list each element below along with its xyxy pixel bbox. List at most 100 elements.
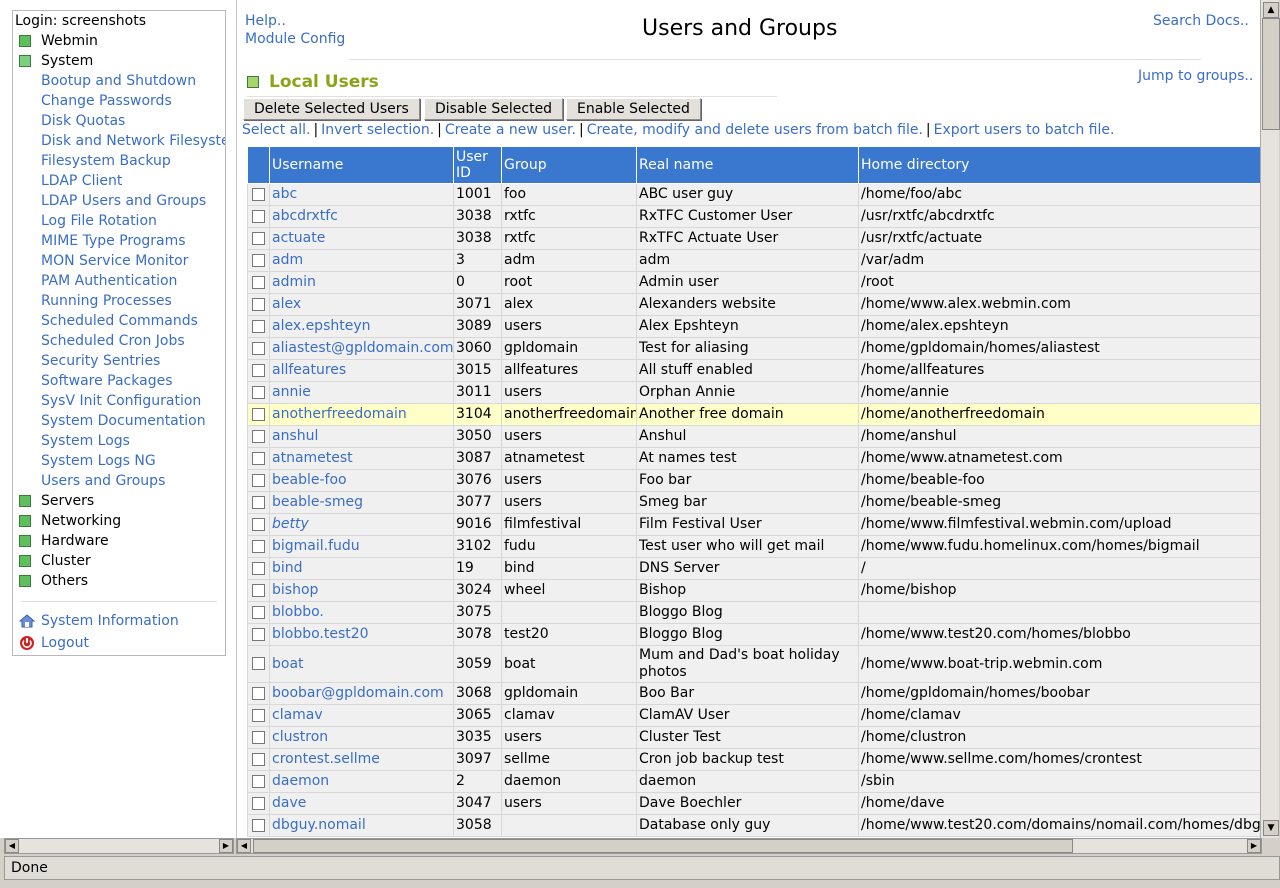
row-checkbox[interactable] xyxy=(252,275,265,289)
module-link[interactable]: Disk and Network Filesystems xyxy=(41,133,225,149)
row-checkbox[interactable] xyxy=(252,539,265,553)
category-system[interactable]: System xyxy=(19,53,93,69)
username-link[interactable]: abcdrxtfc xyxy=(272,208,338,224)
row-checkbox[interactable] xyxy=(252,774,265,788)
row-checkbox[interactable] xyxy=(252,605,265,619)
row-checkbox[interactable] xyxy=(252,686,265,700)
scroll-up-icon[interactable]: ▲ xyxy=(1263,2,1279,18)
username-link[interactable]: atnametest xyxy=(272,450,353,466)
username-link[interactable]: annie xyxy=(272,384,311,400)
help-link[interactable]: Help.. xyxy=(245,13,286,29)
batch-file-link[interactable]: Create, modify and delete users from bat… xyxy=(587,122,923,138)
row-checkbox[interactable] xyxy=(252,561,265,575)
scroll-right-icon[interactable]: ▶ xyxy=(219,839,233,853)
main-horizontal-scrollbar[interactable]: ◀ ▶ xyxy=(236,838,1262,854)
row-checkbox[interactable] xyxy=(252,517,265,531)
category-webmin[interactable]: Webmin xyxy=(19,33,98,49)
scroll-left-icon[interactable]: ◀ xyxy=(237,839,251,853)
header-real-name[interactable]: Real name xyxy=(636,146,859,184)
row-checkbox[interactable] xyxy=(252,319,265,333)
logout-link[interactable]: Logout xyxy=(19,635,89,651)
module-link[interactable]: Running Processes xyxy=(41,293,172,309)
row-checkbox[interactable] xyxy=(252,407,265,421)
username-link[interactable]: dave xyxy=(272,795,306,811)
username-link[interactable]: anshul xyxy=(272,428,318,444)
username-link[interactable]: bigmail.fudu xyxy=(272,538,360,554)
module-link[interactable]: Security Sentries xyxy=(41,353,160,369)
system-information-link[interactable]: System Information xyxy=(19,613,179,629)
module-link[interactable]: Software Packages xyxy=(41,373,173,389)
username-link[interactable]: abc xyxy=(272,186,297,202)
row-checkbox[interactable] xyxy=(252,429,265,443)
header-group[interactable]: Group xyxy=(501,146,637,184)
export-batch-link[interactable]: Export users to batch file. xyxy=(934,122,1115,138)
module-link[interactable]: Bootup and Shutdown xyxy=(41,73,196,89)
row-checkbox[interactable] xyxy=(252,209,265,223)
module-link[interactable]: System Logs xyxy=(41,433,130,449)
row-checkbox[interactable] xyxy=(252,231,265,245)
username-link[interactable]: daemon xyxy=(272,773,329,789)
username-link[interactable]: betty xyxy=(272,516,309,532)
username-link[interactable]: clamav xyxy=(272,707,323,723)
module-link[interactable]: Filesystem Backup xyxy=(41,153,171,169)
module-link[interactable]: System Logs NG xyxy=(41,453,156,469)
jump-to-groups-link[interactable]: Jump to groups.. xyxy=(1138,68,1253,84)
scroll-thumb[interactable] xyxy=(1262,18,1280,130)
category-servers[interactable]: Servers xyxy=(19,493,94,509)
disable-selected-button[interactable]: Disable Selected xyxy=(424,98,564,120)
username-link[interactable]: bind xyxy=(272,560,303,576)
vertical-scrollbar[interactable]: ▲ ▼ xyxy=(1260,0,1280,838)
username-link[interactable]: alex.epshteyn xyxy=(272,318,371,334)
row-checkbox[interactable] xyxy=(252,708,265,722)
row-checkbox[interactable] xyxy=(252,341,265,355)
scroll-right-icon[interactable]: ▶ xyxy=(1247,839,1261,853)
module-link[interactable]: LDAP Client xyxy=(41,173,122,189)
module-link[interactable]: Scheduled Commands xyxy=(41,313,198,329)
username-link[interactable]: bishop xyxy=(272,582,318,598)
row-checkbox[interactable] xyxy=(252,253,265,267)
row-checkbox[interactable] xyxy=(252,818,265,832)
category-hardware[interactable]: Hardware xyxy=(19,533,109,549)
username-link[interactable]: beable-smeg xyxy=(272,494,363,510)
module-link[interactable]: LDAP Users and Groups xyxy=(41,193,206,209)
row-checkbox[interactable] xyxy=(252,187,265,201)
left-horizontal-scrollbar[interactable]: ◀ ▶ xyxy=(4,838,234,854)
delete-selected-button[interactable]: Delete Selected Users xyxy=(243,98,420,120)
category-networking[interactable]: Networking xyxy=(19,513,121,529)
module-link[interactable]: MIME Type Programs xyxy=(41,233,186,249)
username-link[interactable]: crontest.sellme xyxy=(272,751,380,767)
module-config-link[interactable]: Module Config xyxy=(245,31,345,47)
row-checkbox[interactable] xyxy=(252,385,265,399)
username-link[interactable]: allfeatures xyxy=(272,362,346,378)
select-all-link[interactable]: Select all. xyxy=(242,122,310,138)
username-link[interactable]: adm xyxy=(272,252,303,268)
row-checkbox[interactable] xyxy=(252,583,265,597)
username-link[interactable]: dbguy.nomail xyxy=(272,817,366,833)
row-checkbox[interactable] xyxy=(252,752,265,766)
search-docs-link[interactable]: Search Docs.. xyxy=(1153,13,1249,29)
create-user-link[interactable]: Create a new user. xyxy=(445,122,576,138)
module-link[interactable]: Disk Quotas xyxy=(41,113,125,129)
module-link[interactable]: Scheduled Cron Jobs xyxy=(41,333,185,349)
enable-selected-button[interactable]: Enable Selected xyxy=(566,98,701,120)
invert-selection-link[interactable]: Invert selection. xyxy=(321,122,434,138)
username-link[interactable]: clustron xyxy=(272,729,328,745)
module-link[interactable]: Log File Rotation xyxy=(41,213,157,229)
username-link[interactable]: blobbo. xyxy=(272,604,324,620)
row-checkbox[interactable] xyxy=(252,730,265,744)
scroll-down-icon[interactable]: ▼ xyxy=(1263,820,1279,836)
module-link[interactable]: Users and Groups xyxy=(41,473,165,489)
username-link[interactable]: admin xyxy=(272,274,316,290)
username-link[interactable]: blobbo.test20 xyxy=(272,626,369,642)
module-link[interactable]: MON Service Monitor xyxy=(41,253,188,269)
module-link[interactable]: System Documentation xyxy=(41,413,206,429)
username-link[interactable]: anotherfreedomain xyxy=(272,406,407,422)
row-checkbox[interactable] xyxy=(252,451,265,465)
header-home-directory[interactable]: Home directory xyxy=(858,146,1260,184)
username-link[interactable]: beable-foo xyxy=(272,472,347,488)
row-checkbox[interactable] xyxy=(252,363,265,377)
username-link[interactable]: boat xyxy=(272,656,304,672)
row-checkbox[interactable] xyxy=(252,657,265,670)
username-link[interactable]: aliastest@gpldomain.com xyxy=(272,340,453,356)
category-cluster[interactable]: Cluster xyxy=(19,553,91,569)
